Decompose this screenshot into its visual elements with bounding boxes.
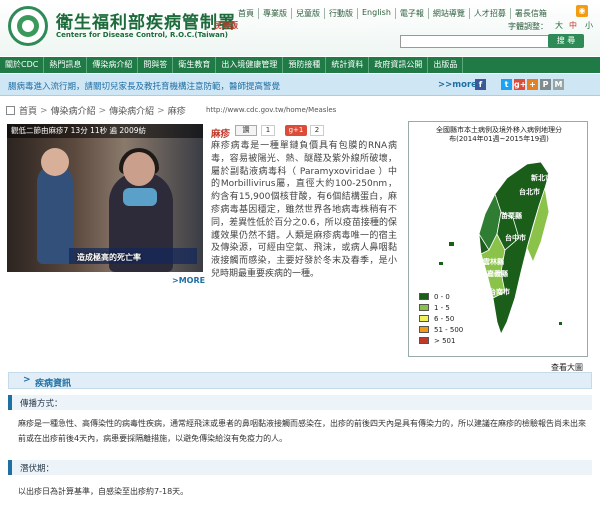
nav-faq[interactable]: 問與答: [138, 57, 174, 73]
nav-vaccination[interactable]: 預防接種: [283, 57, 327, 73]
nav-publications[interactable]: 出版品: [428, 57, 464, 73]
search-input[interactable]: [400, 35, 560, 48]
page-url: http://www.cdc.gov.tw/home/Measles: [206, 106, 337, 114]
legend-item: 1 - 5: [419, 303, 463, 312]
gplus-count: 2: [310, 125, 324, 136]
legend-swatch: [419, 315, 429, 322]
search-button[interactable]: 搜 尋: [548, 34, 584, 48]
nav-about-cdc[interactable]: 關於CDC: [0, 57, 45, 73]
font-size-small-button[interactable]: 小: [582, 20, 596, 32]
top-link-director-mailbox[interactable]: 署長信箱: [509, 8, 551, 19]
video-player[interactable]: 觀低二節由麻疹7 13分 11秒 遍 2009紡 造成極高的死亡率: [7, 124, 203, 272]
top-link-professional[interactable]: 專業版: [258, 8, 291, 19]
like-count: 1: [261, 125, 275, 136]
top-link-kids[interactable]: 兒童版: [291, 8, 324, 19]
article-title: 麻疹: [211, 129, 231, 140]
notice-bar: 腸病毒進入流行期，請關切兒家長及教托育機構注意防範，醫師提高警覺 >>more …: [0, 74, 600, 96]
google-plus-icon[interactable]: g+: [514, 79, 526, 90]
site-subtitle: Centers for Disease Control, R.O.C.(Taiw…: [56, 31, 228, 39]
rss-icon[interactable]: ◉: [576, 5, 588, 17]
map-label-taichung: 台中市: [505, 233, 526, 242]
distribution-map[interactable]: 全國縣市本土病例及境外移入病例地理分 布(2014年01週~2015年19週) …: [408, 121, 588, 357]
breadcrumb-current: 麻疹: [167, 107, 186, 117]
incubation-subheader: 潛伏期：: [8, 460, 592, 475]
map-label-taipei: 台北市: [519, 187, 540, 196]
notice-text[interactable]: 腸病毒進入流行期，請關切兒家長及教托育機構注意防範，醫師提高警覺: [8, 80, 280, 92]
legend-swatch: [419, 293, 429, 300]
top-links: 首頁 專業版 兒童版 行動版 English 電子報 網站導覽 人才招募 署長信…: [234, 8, 551, 19]
nav-hot-news[interactable]: 熱門訊息: [44, 57, 88, 73]
breadcrumb-separator-icon: >: [98, 105, 107, 116]
incubation-label: 潛伏期：: [20, 464, 55, 474]
nav-diseases[interactable]: 傳染病介紹: [87, 57, 139, 73]
top-link-newsletter[interactable]: 電子報: [394, 8, 428, 19]
legend-swatch: [419, 326, 429, 333]
top-link-english[interactable]: English: [357, 8, 395, 19]
notice-more-link[interactable]: >>more: [438, 80, 477, 90]
legend-item: > 501: [419, 336, 463, 345]
breadcrumb-separator-icon: >: [40, 105, 48, 116]
legend-item: 51 - 500: [419, 325, 463, 334]
video-caption: 造成極高的死亡率: [77, 253, 141, 262]
disease-info-header: > 疾病資訊: [8, 372, 592, 389]
legend-item: 0 - 0: [419, 292, 463, 301]
top-link-home[interactable]: 首頁: [234, 8, 258, 19]
mail-icon[interactable]: M: [553, 79, 564, 90]
google-plus-one-button[interactable]: g+1: [285, 125, 307, 136]
transmission-text: 麻疹是一種急性、高傳染性的病毒性疾病，通常經飛沫或患者的鼻咽黏液接觸而感染在，出…: [18, 419, 586, 443]
print-icon[interactable]: P: [540, 79, 551, 90]
nav-health-education[interactable]: 衛生教育: [173, 57, 217, 73]
font-size-medium-button[interactable]: 中: [566, 20, 580, 32]
site-title[interactable]: 衛生福利部疾病管制署: [56, 8, 236, 33]
map-label-chiayi: 嘉義縣: [486, 269, 508, 278]
breadcrumb-diseases-sub[interactable]: 傳染病介紹: [109, 104, 154, 117]
article-body: 麻疹病毒是一種單鏈負價具有包膜的RNA病毒，容易被陽光、熱、醚醛及紫外線所破壞，…: [211, 141, 397, 279]
breadcrumb-separator-icon: >: [157, 105, 165, 116]
facebook-icon[interactable]: f: [475, 79, 486, 90]
chevron-right-icon: >: [23, 375, 31, 385]
legend-item: 6 - 50: [419, 314, 463, 323]
main-nav: 關於CDC 熱門訊息 傳染病介紹 問與答 衛生教育 出入境健康管理 預防接種 統…: [0, 57, 600, 73]
disease-info-title: 疾病資訊: [35, 379, 72, 389]
edition-label: 民眾版: [214, 21, 238, 30]
video-title: 觀低二節由麻疹7 13分 11秒 遍 2009紡: [7, 124, 203, 138]
breadcrumb-home-icon: [6, 106, 15, 115]
facebook-like-button[interactable]: 讚: [235, 125, 257, 136]
top-link-careers[interactable]: 人才招募: [468, 8, 510, 19]
map-legend: 0 - 0 1 - 5 6 - 50 51 - 500 > 501: [419, 292, 463, 347]
transmission-subheader: 傳播方式：: [8, 395, 592, 410]
nav-statistics[interactable]: 統計資料: [326, 57, 370, 73]
incubation-text: 以出疹日為計算基準，自感染至出疹約7-18天。: [18, 487, 189, 496]
legend-swatch: [419, 304, 429, 311]
site-header: 衛生福利部疾病管制署 民眾版 Centers for Disease Contr…: [0, 0, 600, 56]
breadcrumb-diseases[interactable]: 傳染病介紹: [51, 104, 96, 117]
share-plus-icon[interactable]: +: [527, 79, 538, 90]
cdc-logo[interactable]: [8, 6, 48, 46]
top-link-mobile[interactable]: 行動版: [324, 8, 357, 19]
map-label-tainan: 台南市: [489, 287, 510, 296]
breadcrumb-home[interactable]: 首頁: [19, 104, 37, 117]
video-more-link[interactable]: >MORE: [172, 276, 205, 285]
map-label-new-taipei: 新北市: [531, 173, 552, 182]
transmission-label: 傳播方式：: [20, 399, 63, 409]
twitter-icon[interactable]: t: [501, 79, 512, 90]
font-size-label: 字體調整：: [508, 22, 548, 31]
map-label-miaoli: 苗栗縣: [501, 211, 522, 220]
top-link-sitemap[interactable]: 網站導覽: [427, 8, 469, 19]
font-size-large-button[interactable]: 大: [552, 20, 566, 32]
map-label-yunlin: 雲林縣: [483, 257, 504, 266]
legend-swatch: [419, 337, 429, 344]
breadcrumb: 首頁 > 傳染病介紹 > 傳染病介紹 > 麻疹: [6, 104, 186, 117]
nav-open-government[interactable]: 政府資訊公開: [369, 57, 429, 73]
nav-travel-health[interactable]: 出入境健康管理: [216, 57, 284, 73]
